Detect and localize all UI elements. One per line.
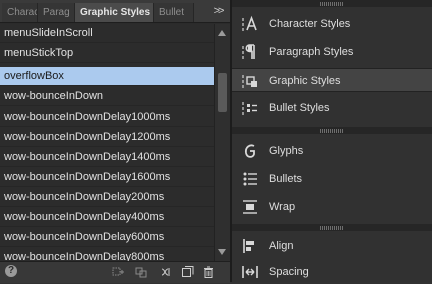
panel-tab-bar: Charac Parag Graphic Styles Bullet >>: [0, 0, 230, 23]
trash-icon[interactable]: [202, 266, 215, 278]
dock-grip[interactable]: [232, 0, 432, 7]
bullet-styles-icon: [242, 102, 257, 115]
scroll-up-arrow-icon[interactable]: [218, 30, 226, 36]
paragraph-styles-icon: [242, 44, 255, 59]
dock-item-label: Wrap: [269, 201, 296, 213]
dock-item-label: Graphic Styles: [269, 75, 341, 87]
dock-item-spacing[interactable]: Spacing: [232, 260, 432, 284]
collapsed-panels-dock: Character Styles Paragraph Styles Graphi…: [232, 0, 432, 282]
dock-item-glyphs[interactable]: Glyphs: [232, 139, 432, 163]
list-item[interactable]: wow-bounceInDownDelay200ms: [0, 188, 214, 207]
help-icon[interactable]: ?: [5, 265, 17, 277]
options-icon[interactable]: [135, 266, 148, 278]
list-item[interactable]: wow-bounceInDownDelay1200ms: [0, 128, 214, 147]
list-item[interactable]: menuSlideInScroll: [0, 24, 214, 43]
tab-bullet[interactable]: Bullet: [154, 3, 194, 22]
bullets-icon: [243, 172, 257, 186]
panel-overflow-chevron-icon[interactable]: >>: [210, 3, 226, 19]
new-style-icon[interactable]: [181, 266, 194, 278]
tab-character[interactable]: Charac: [2, 3, 38, 22]
list-item[interactable]: wow-bounceInDownDelay1000ms: [0, 108, 214, 127]
graphic-styles-list: menuSlideInScroll menuStickTop overflowB…: [0, 24, 215, 261]
dock-item-graphic-styles[interactable]: Graphic Styles: [232, 68, 432, 92]
grip-icon: [320, 2, 344, 6]
dock-item-wrap[interactable]: Wrap: [232, 195, 432, 219]
list-scrollbar[interactable]: [215, 24, 230, 261]
dock-item-label: Bullet Styles: [269, 102, 330, 114]
dock-item-label: Bullets: [269, 173, 303, 185]
dock-item-label: Paragraph Styles: [269, 46, 354, 58]
dock-item-label: Spacing: [269, 266, 309, 278]
glyphs-icon: [244, 144, 255, 158]
align-icon: [243, 239, 254, 253]
list-item-selected[interactable]: overflowBox: [0, 67, 214, 86]
graphic-styles-icon: [242, 75, 257, 88]
dock-item-bullet-styles[interactable]: Bullet Styles: [232, 96, 432, 120]
grip-icon: [320, 129, 344, 133]
list-item[interactable]: wow-bounceInDownDelay1600ms: [0, 168, 214, 187]
graphic-styles-panel: Charac Parag Graphic Styles Bullet >> me…: [0, 0, 230, 283]
break-link-icon[interactable]: [112, 266, 125, 278]
list-item[interactable]: wow-bounceInDownDelay400ms: [0, 208, 214, 227]
list-item[interactable]: wow-bounceInDownDelay600ms: [0, 228, 214, 247]
dock-item-bullets[interactable]: Bullets: [232, 167, 432, 191]
dock-item-label: Align: [269, 240, 294, 252]
character-styles-icon: [242, 15, 257, 31]
tab-paragraph[interactable]: Parag: [38, 3, 75, 22]
dock-item-label: Glyphs: [269, 145, 304, 157]
dock-grip[interactable]: [232, 224, 432, 231]
wrap-icon: [243, 200, 257, 214]
list-item[interactable]: menuStickTop: [0, 44, 214, 63]
tab-graphic-styles[interactable]: Graphic Styles: [75, 3, 154, 22]
list-item[interactable]: wow-bounceInDownDelay1400ms: [0, 148, 214, 167]
scroll-thumb[interactable]: [218, 73, 227, 112]
dock-grip[interactable]: [232, 127, 432, 134]
dock-item-label: Character Styles: [269, 18, 351, 30]
spacing-icon: [242, 266, 258, 278]
merge-styles-icon[interactable]: [160, 266, 173, 278]
grip-icon: [320, 226, 344, 230]
panel-bottom-toolbar: ?: [0, 261, 230, 283]
list-item[interactable]: wow-bounceInDownDelay800ms: [0, 248, 214, 261]
list-item[interactable]: wow-bounceInDown: [0, 87, 214, 106]
scroll-down-arrow-icon[interactable]: [218, 249, 226, 255]
dock-item-align[interactable]: Align: [232, 234, 432, 258]
dock-item-paragraph-styles[interactable]: Paragraph Styles: [232, 40, 432, 64]
dock-item-character-styles[interactable]: Character Styles: [232, 12, 432, 36]
